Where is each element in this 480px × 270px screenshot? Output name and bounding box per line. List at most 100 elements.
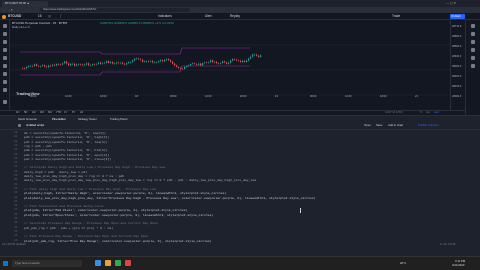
taskbar-search[interactable]: Type here to search [12, 260, 82, 267]
time-axis[interactable]: 06:00 12:00 18:00 18 06:00 12:00 18:00 19 06:00 1… [10, 95, 450, 101]
candle-body [156, 62, 158, 63]
candle-body [74, 63, 76, 66]
bar-type-icon[interactable]: ▥ [48, 14, 51, 18]
candle-body [128, 62, 130, 64]
symbol-search[interactable]: BTCUSD [8, 14, 21, 18]
alerts-icon[interactable] [471, 32, 475, 36]
save-button[interactable]: Save [376, 124, 382, 127]
code-line[interactable]: pdh = security(syminfo.tickerid, 'D', hi… [24, 136, 109, 139]
candle-body [102, 63, 104, 64]
start-icon[interactable] [3, 261, 8, 266]
price-tick: 28000.0 [452, 95, 462, 98]
code-line[interactable]: // Calculate Previous Day Range - Previo… [24, 222, 158, 225]
zoom-icon[interactable] [3, 80, 7, 84]
indicators-icon[interactable]: ƒ [60, 14, 62, 18]
candle-body [116, 62, 118, 64]
editor-status: 4:11:49 PM Updated Ln 34, Col 98 [0, 243, 480, 248]
open-button[interactable]: Open [364, 124, 371, 127]
candle-body [44, 65, 46, 67]
tab-strategy-tester[interactable]: Strategy Tester [78, 117, 97, 121]
price-tick: 28710.0 [452, 25, 462, 28]
replay-button[interactable]: Replay [230, 14, 240, 18]
code-line[interactable]: // Plot Previous Day Range - Previous Da… [24, 235, 148, 238]
nav-buttons[interactable]: ← → ↻ [3, 8, 13, 12]
candle-body [236, 59, 238, 61]
candle-body [184, 66, 186, 69]
candle-body [126, 63, 128, 65]
script-name[interactable]: Untitled script [26, 124, 44, 127]
candle-body [142, 59, 144, 62]
publish-indicator-button[interactable]: Publish indicator [418, 124, 439, 127]
magnet-icon[interactable] [3, 88, 7, 92]
candle-body [132, 60, 134, 62]
trendline-icon[interactable] [3, 32, 7, 36]
chrome-icon[interactable] [115, 260, 121, 266]
candle-body [254, 54, 256, 56]
line-number: 37 [14, 208, 18, 212]
candle-body [120, 62, 122, 64]
candle-body [230, 60, 232, 63]
candle-body [212, 60, 214, 63]
code-line[interactable]: daily_low_prev_day_high_prev_day_low_pre… [24, 179, 256, 182]
crosshair-icon[interactable] [3, 24, 7, 28]
trash-icon[interactable] [3, 100, 7, 104]
candle-body [206, 62, 208, 64]
line-number: 30 [14, 178, 18, 182]
candle-body [130, 61, 132, 63]
candle-body [158, 61, 160, 63]
candle-body [250, 56, 252, 59]
candle-body [92, 64, 94, 66]
line-number: 24 [14, 152, 18, 156]
candle-body [192, 63, 194, 64]
code-line[interactable]: plot(pdo, title='Open/Close', color=colo… [24, 213, 213, 217]
app-icon[interactable] [125, 260, 131, 266]
text-icon[interactable] [3, 56, 7, 60]
code-line[interactable]: plot(daily_low_prev_day_high_prev_day, t… [24, 196, 315, 200]
candle-body [228, 62, 230, 64]
pattern-icon[interactable] [3, 64, 7, 68]
hotlists-icon[interactable] [471, 48, 475, 52]
ideas-icon[interactable] [471, 64, 475, 68]
script-icon [18, 123, 21, 127]
tab-stock-screener[interactable]: Stock Screener [18, 117, 37, 121]
code-line[interactable]: plot(daily_high, title='Daily High', col… [24, 192, 226, 195]
window-controls[interactable]: — ▢ ✕ [446, 1, 456, 5]
trade-button[interactable]: Trade [392, 14, 400, 18]
candle-body [24, 68, 26, 69]
calendar-icon[interactable] [471, 56, 475, 60]
watchlist-icon[interactable] [471, 24, 475, 28]
btc-icon [2, 14, 6, 19]
line-number: 23 [14, 148, 18, 152]
tab-trading-panel[interactable]: Trading Panel [110, 117, 127, 121]
tab-pine-editor[interactable]: Pine Editor [52, 117, 66, 121]
brush-icon[interactable] [3, 48, 7, 52]
publish-button[interactable]: Publish [450, 14, 465, 19]
add-to-chart-button[interactable]: Add to chart [388, 124, 403, 127]
candle-body [196, 63, 198, 65]
fib-icon[interactable] [3, 40, 7, 44]
daily-high-line [20, 47, 250, 55]
url-field[interactable]: https://www.tradingview.com/chart/ZbcGN6… [40, 8, 190, 12]
code-line[interactable]: pdc = security(syminfo.tickerid, 'D', cl… [24, 157, 111, 161]
candle-body [210, 60, 212, 63]
ruler-icon[interactable] [3, 72, 7, 76]
code-line[interactable]: pdr_pdo_rng = pdh - pdo + (pro == pro) *… [24, 226, 113, 230]
interval-button[interactable]: 15 [38, 14, 42, 18]
alert-button[interactable]: Alert [205, 14, 212, 18]
candle-body [186, 66, 188, 67]
candle-body [248, 58, 250, 61]
price-axis[interactable]: 28710.0 28600.0 28500.0 28400.0 28300.0 28200… [450, 20, 465, 110]
data-window-icon[interactable] [471, 40, 475, 44]
candle-body [68, 63, 70, 66]
folder-icon[interactable] [105, 260, 111, 266]
candle-body [114, 63, 116, 65]
candle-body [172, 61, 174, 64]
explorer-icon[interactable] [95, 260, 101, 266]
indicators-button[interactable]: Indicators [158, 14, 172, 18]
candle-body [70, 63, 72, 66]
code-line[interactable]: pdm = security(syminfo.tickerid, 'D', hl… [24, 149, 108, 152]
time-tick: 12:00 [65, 95, 72, 98]
line-number: 34 [14, 195, 18, 199]
candle-body [252, 54, 254, 57]
candle-body [78, 64, 80, 65]
